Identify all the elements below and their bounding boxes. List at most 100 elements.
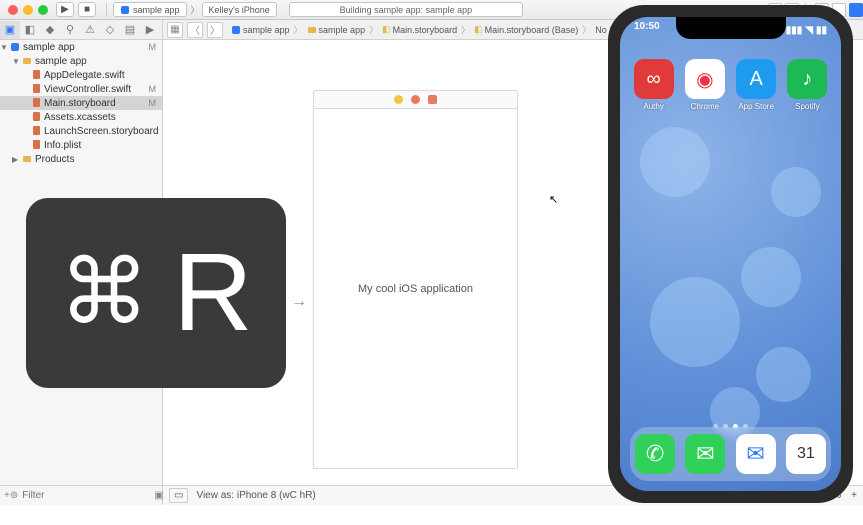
home-app[interactable]: ♪ Spotify xyxy=(782,59,832,111)
app-icon xyxy=(120,5,130,15)
simulator-screen[interactable]: 10:50 ▮▮▮ ◥ ▮▮ ∞ Authy ◉ Chrome A App Store ♪ S… xyxy=(620,17,841,491)
zoom-in-button[interactable]: + xyxy=(851,490,857,501)
panel-right-toggle[interactable] xyxy=(849,3,863,17)
tree-file[interactable]: Assets.xcassets xyxy=(0,110,162,124)
navigator-filter-bar: + ⊚ ▣ ▤ xyxy=(0,485,162,505)
scm-badge: M xyxy=(149,98,157,108)
back-button[interactable]: 〈 xyxy=(187,22,203,38)
tree-group[interactable]: ▼ sample app xyxy=(0,54,162,68)
file-icon xyxy=(30,98,42,108)
device-config-button[interactable]: ▭ xyxy=(169,488,188,503)
status-time: 10:50 xyxy=(634,21,660,39)
file-icon xyxy=(30,140,42,150)
dock-app[interactable]: ✉ xyxy=(685,434,725,474)
project-navigator-tab[interactable]: ▣ xyxy=(0,21,20,39)
tree-products-label: Products xyxy=(35,154,74,165)
first-responder-icon[interactable] xyxy=(411,95,420,104)
forward-button[interactable]: 〉 xyxy=(207,22,223,38)
file-label: LaunchScreen.storyboard xyxy=(44,126,159,137)
test-navigator-tab[interactable]: ◇ xyxy=(100,21,120,39)
dock-app[interactable]: ✉ xyxy=(736,434,776,474)
root-view[interactable]: My cool iOS application xyxy=(313,109,518,469)
debug-navigator-tab[interactable]: ▤ xyxy=(120,21,140,39)
app-icon: ∞ xyxy=(634,59,674,99)
crumb-variant[interactable]: ◧Main.storyboard (Base) xyxy=(472,24,580,35)
zoom-window[interactable] xyxy=(38,5,48,15)
destination-selector[interactable]: Kelley's iPhone xyxy=(202,2,277,17)
scm-badge: M xyxy=(149,84,157,94)
shortcut-overlay: ⌘ R xyxy=(26,198,286,388)
dock-app[interactable]: 31 xyxy=(786,434,826,474)
related-items-button[interactable]: ▦ xyxy=(167,22,183,38)
app-icon: ◉ xyxy=(685,59,725,99)
disclosure-icon[interactable]: ▼ xyxy=(12,57,21,66)
file-icon xyxy=(30,70,42,80)
tree-file[interactable]: LaunchScreen.storyboard xyxy=(0,124,162,138)
file-icon xyxy=(30,126,42,136)
crumb-group[interactable]: sample app xyxy=(305,25,368,35)
file-label: Info.plist xyxy=(44,140,81,151)
home-app[interactable]: ◉ Chrome xyxy=(680,59,730,111)
status-bar: 10:50 ▮▮▮ ◥ ▮▮ xyxy=(620,21,841,39)
dock-app[interactable]: ✆ xyxy=(635,434,675,474)
file-label: Assets.xcassets xyxy=(44,112,116,123)
disclosure-icon[interactable]: ▼ xyxy=(0,43,9,52)
view-controller-icon[interactable] xyxy=(394,95,403,104)
simulator-window[interactable]: 10:50 ▮▮▮ ◥ ▮▮ ∞ Authy ◉ Chrome A App Store ♪ S… xyxy=(608,5,853,503)
app-icon: ♪ xyxy=(787,59,827,99)
navigator-tabs: ▣ ◧ ◆ ⚲ ⚠ ◇ ▤ ▶ xyxy=(0,20,163,39)
symbol-navigator-tab[interactable]: ◆ xyxy=(40,21,60,39)
activity-status: Building sample app: sample app xyxy=(289,2,523,17)
label-element[interactable]: My cool iOS application xyxy=(358,283,473,295)
crumb-project[interactable]: sample app xyxy=(229,25,292,35)
r-key-label: R xyxy=(173,238,252,348)
home-app[interactable]: ∞ Authy xyxy=(629,59,679,111)
cursor-icon: ↖ xyxy=(549,193,558,206)
home-apps: ∞ Authy ◉ Chrome A App Store ♪ Spotify xyxy=(620,59,841,111)
tree-file[interactable]: Main.storyboard M xyxy=(0,96,162,110)
scene[interactable]: My cool iOS application xyxy=(313,90,518,469)
close-window[interactable] xyxy=(8,5,18,15)
battery-icon: ▮▮ xyxy=(816,25,827,36)
scheme-selector[interactable]: sample app xyxy=(113,2,187,17)
minimize-window[interactable] xyxy=(23,5,33,15)
app-icon: A xyxy=(736,59,776,99)
filter-input[interactable] xyxy=(18,490,154,501)
app-label: App Store xyxy=(738,102,774,111)
tree-file[interactable]: AppDelegate.swift xyxy=(0,68,162,82)
tree-group-label: sample app xyxy=(35,56,87,67)
scene-dock[interactable] xyxy=(313,90,518,109)
disclosure-icon[interactable]: ▶ xyxy=(12,155,21,164)
find-navigator-tab[interactable]: ⚲ xyxy=(60,21,80,39)
exit-icon[interactable] xyxy=(428,95,437,104)
home-app[interactable]: A App Store xyxy=(731,59,781,111)
file-icon xyxy=(30,112,42,122)
tree-products[interactable]: ▶ Products xyxy=(0,152,162,166)
app-label: Chrome xyxy=(691,102,719,111)
wifi-icon: ◥ xyxy=(805,25,813,36)
dock: ✆✉✉31 xyxy=(630,427,831,481)
command-key-icon: ⌘ xyxy=(59,248,149,338)
run-button[interactable]: ▶ xyxy=(56,2,74,17)
breakpoint-navigator-tab[interactable]: ▶ xyxy=(140,21,160,39)
stop-button[interactable]: ■ xyxy=(78,2,96,17)
scm-badge: M xyxy=(149,42,157,52)
signal-icon: ▮▮▮ xyxy=(786,25,803,36)
file-label: ViewController.swift xyxy=(44,84,131,95)
initial-vc-arrow[interactable]: → xyxy=(291,293,307,311)
app-label: Authy xyxy=(643,102,663,111)
tree-file[interactable]: Info.plist xyxy=(0,138,162,152)
source-control-tab[interactable]: ◧ xyxy=(20,21,40,39)
crumb-file[interactable]: ◧Main.storyboard xyxy=(380,24,459,35)
filter-icon: ⊚ xyxy=(10,490,18,501)
app-label: Spotify xyxy=(795,102,819,111)
chevron-right-icon: 〉 xyxy=(189,3,202,16)
device-label: Kelley's iPhone xyxy=(209,5,270,15)
tree-root[interactable]: ▼ sample app M xyxy=(0,40,162,54)
tree-root-label: sample app xyxy=(23,42,75,53)
view-as-label[interactable]: View as: iPhone 8 (wC hR) xyxy=(196,490,315,501)
status-text: Building sample app: sample app xyxy=(340,5,473,15)
file-label: Main.storyboard xyxy=(44,98,116,109)
tree-file[interactable]: ViewController.swift M xyxy=(0,82,162,96)
issue-navigator-tab[interactable]: ⚠ xyxy=(80,21,100,39)
